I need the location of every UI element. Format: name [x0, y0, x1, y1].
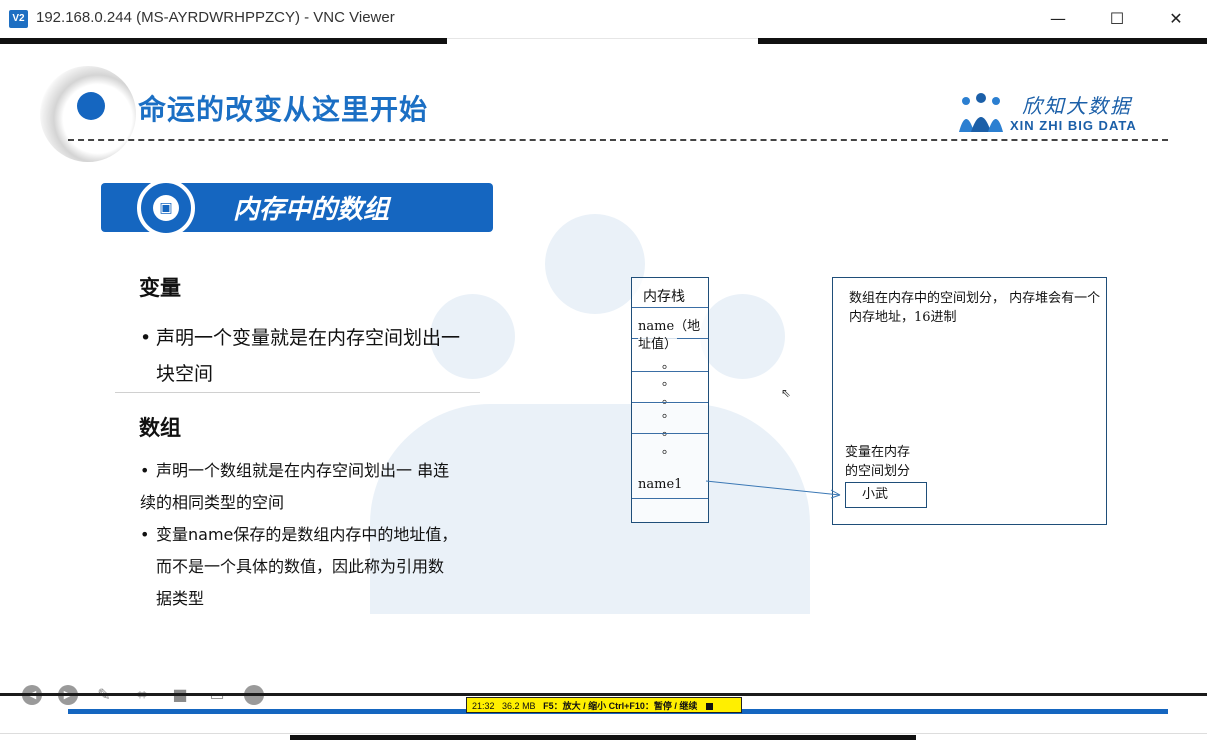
stack-ellipsis-row: 。	[632, 339, 708, 372]
variable-bullet-line1: 声明一个变量就是在内存空间划出一	[156, 327, 461, 349]
presentation-slide: 命运的改变从这里开始 欣知大数据 XIN ZHI BIG DATA ▣ 内存中的…	[0, 44, 1207, 694]
section-banner: ▣ 内存中的数组	[101, 179, 493, 237]
title-divider	[68, 139, 1168, 141]
brand-logo-chinese: 欣知大数据	[1022, 94, 1132, 118]
ellipsis-dot: 。	[662, 424, 676, 439]
watermark-head-icon	[545, 214, 645, 314]
remote-bottom-bar	[0, 693, 1207, 696]
bullet-marker: •	[140, 327, 152, 349]
section-divider	[115, 392, 480, 393]
array-bullet-1: • 声明一个数组就是在内存空间划出一 串连 续的相同类型的空间	[140, 455, 500, 519]
stack-row-name1: name1	[632, 463, 708, 499]
status-memory: 36.2 MB	[502, 701, 536, 711]
ellipsis-dot: 。	[662, 442, 676, 457]
mouse-cursor-icon: ⇖	[781, 386, 792, 400]
banner-badge: ▣	[137, 179, 195, 237]
variable-bullet-line2: 块空间	[156, 363, 214, 385]
window-title: 192.168.0.244 (MS-AYRDWRHPPZCY) - VNC Vi…	[36, 9, 395, 26]
memory-stack-box: 内存栈 name（地 址值） 。 。 。 。 。 。 name1	[631, 277, 709, 523]
heap-variable-label: 变量在内存 的空间划分	[845, 443, 945, 481]
maximize-button[interactable]: ☐	[1097, 6, 1137, 32]
recording-status-strip: 21:32 36.2 MB F5：放大 / 缩小 Ctrl+F10：暂停 / 继…	[466, 697, 742, 713]
title-bullet-icon	[77, 92, 105, 120]
heap-value-box: 小武	[845, 482, 927, 508]
watermark-head-icon	[700, 294, 785, 379]
array-bullet2-line1: 变量name保存的是数组内存中的地址值，	[156, 525, 458, 544]
status-hint: F5：放大 / 缩小 Ctrl+F10：暂停 / 继续	[543, 701, 698, 711]
array-bullet2-line2: 而不是一个具体的数值，因此称为引用数	[156, 557, 445, 576]
ellipsis-dot: 。	[662, 406, 676, 421]
section-title: 内存中的数组	[233, 195, 390, 225]
array-bullet1-line2: 续的相同类型的空间	[140, 493, 285, 512]
vnc-app-icon[interactable]: V2	[9, 10, 28, 28]
bullet-marker: •	[140, 525, 150, 544]
stack-label: 内存栈	[643, 289, 685, 305]
people-logo-icon	[959, 93, 1003, 132]
minimize-button[interactable]: —	[1038, 6, 1078, 32]
stack-row-name: name（地 址值）	[632, 308, 708, 352]
heap-sub-line1: 变量在内存	[845, 445, 911, 460]
status-time: 21:32	[472, 701, 495, 711]
bullet-marker: •	[140, 461, 150, 480]
heap-description: 数组在内存中的空间划分， 内存堆会有一个内存地址，16进制	[849, 291, 1101, 325]
stack-name1-label: name1	[638, 477, 683, 492]
stack-header: 内存栈	[632, 278, 708, 308]
reference-arrow	[705, 480, 841, 499]
stack-ellipsis-row: 。 。	[632, 372, 708, 407]
variable-heading: 变量	[139, 276, 181, 300]
stop-icon[interactable]	[705, 703, 713, 711]
stack-divider	[632, 433, 708, 434]
array-bullet1-line1: 声明一个数组就是在内存空间划出一 串连	[156, 461, 450, 480]
ellipsis-dot: 。	[662, 374, 676, 389]
memory-heap-box: 数组在内存中的空间划分， 内存堆会有一个内存地址，16进制 变量在内存 的空间划…	[832, 277, 1107, 525]
variable-bullet: • 声明一个变量就是在内存空间划出一 块空间	[140, 320, 500, 392]
array-heading: 数组	[139, 416, 181, 440]
close-button[interactable]: ✕	[1156, 6, 1196, 32]
heap-sub-line2: 的空间划分	[845, 464, 911, 479]
brand-logo-english: XIN ZHI BIG DATA	[1010, 118, 1137, 133]
array-bullet2-line3: 据类型	[156, 589, 205, 608]
slide-title: 命运的改变从这里开始	[138, 93, 429, 126]
stack-name-line1: name（地	[638, 319, 701, 334]
array-bullet-2: • 变量name保存的是数组内存中的地址值， 而不是一个具体的数值，因此称为引用数…	[140, 519, 500, 615]
window-titlebar: V2 192.168.0.244 (MS-AYRDWRHPPZCY) - VNC…	[0, 0, 1207, 39]
presenter-icon: ▣	[153, 195, 179, 221]
remote-bottom-strip	[290, 735, 916, 740]
